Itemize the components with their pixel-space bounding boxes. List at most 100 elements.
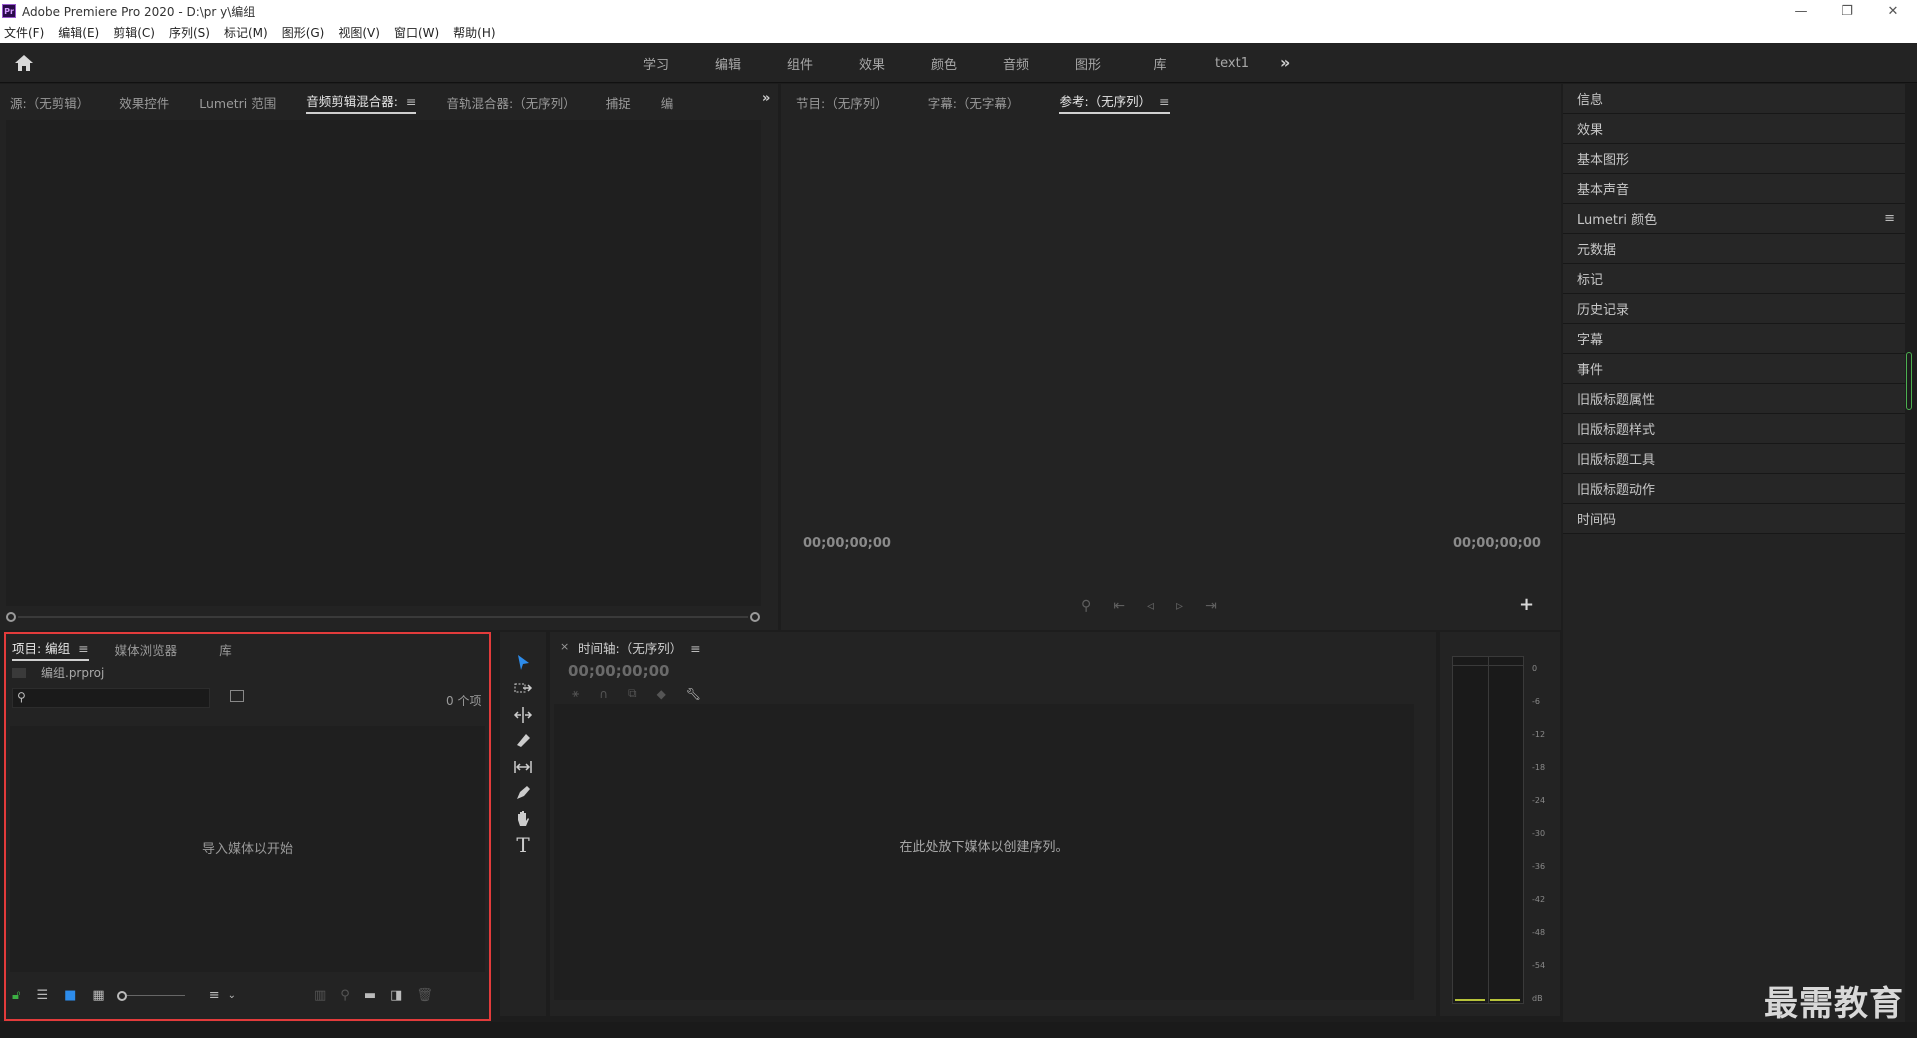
panel-legacy-title-actions[interactable]: 旧版标题动作 [1563,474,1905,504]
tab-source[interactable]: 源:（无剪辑） [10,93,89,112]
snap-icon[interactable]: ∩ [599,687,608,701]
program-timecode-left[interactable]: 00;00;00;00 [803,536,891,551]
tools-panel: T [500,632,546,1016]
timeline-timecode[interactable]: 00;00;00;00 [568,662,670,680]
workspace-tab-edit[interactable]: 编辑 [692,54,764,73]
db-label: -30 [1532,829,1546,838]
workspace-tab-learn[interactable]: 学习 [620,54,692,73]
nest-icon[interactable]: ⚹ [572,686,579,701]
source-panel: 源:（无剪辑） 效果控件 Lumetri 范围 音频剪辑混合器: ≡ 音轨混合器:… [0,84,778,630]
tab-capture[interactable]: 捕捉 [606,93,631,112]
tab-audio-clip-mixer[interactable]: 音频剪辑混合器: ≡ [306,91,417,114]
menu-window[interactable]: 窗口(W) [394,24,439,41]
tab-reference[interactable]: 参考:（无序列） ≡ [1059,91,1170,114]
add-marker-icon[interactable]: ⚲ [1081,598,1091,614]
scroll-handle-right[interactable] [750,612,760,622]
panel-info[interactable]: 信息 [1563,84,1905,114]
tab-audio-track-mixer[interactable]: 音轨混合器:（无序列） [446,93,575,112]
add-button-icon[interactable]: + [1519,594,1534,615]
db-label: -54 [1532,961,1546,970]
panel-essential-graphics[interactable]: 基本图形 [1563,144,1905,174]
panel-markers[interactable]: 标记 [1563,264,1905,294]
source-panel-body [6,120,761,606]
panel-menu-icon[interactable]: ≡ [1159,94,1169,109]
close-icon[interactable]: × [560,640,569,653]
add-marker-icon[interactable]: ◆ [657,687,666,701]
db-label: -24 [1532,796,1546,805]
pen-tool-icon[interactable] [512,782,534,804]
panel-events[interactable]: 事件 [1563,354,1905,384]
panel-captions[interactable]: 字幕 [1563,324,1905,354]
program-monitor [785,120,1557,620]
timeline-placeholder: 在此处放下媒体以创建序列。 [899,840,1069,855]
timeline-track-area[interactable]: 在此处放下媒体以创建序列。 [554,704,1414,1000]
menu-bar: 文件(F) 编辑(E) 剪辑(C) 序列(S) 标记(M) 图形(G) 视图(V… [0,22,1917,43]
restore-icon[interactable]: ❐ [1824,0,1870,22]
go-to-out-icon[interactable]: ⇥ [1205,598,1217,614]
tab-effect-controls[interactable]: 效果控件 [119,93,169,112]
wrench-icon[interactable]: 🔧︎ [686,687,701,701]
go-to-in-icon[interactable]: ⇤ [1113,598,1125,614]
panel-effects[interactable]: 效果 [1563,114,1905,144]
zoom-scrollbar[interactable] [6,612,761,622]
panel-history[interactable]: 历史记录 [1563,294,1905,324]
menu-edit[interactable]: 编辑(E) [58,24,99,41]
selection-tool-icon[interactable] [512,652,534,674]
panel-legacy-title-styles[interactable]: 旧版标题样式 [1563,414,1905,444]
panel-menu-icon[interactable]: ≡ [406,94,416,109]
tab-program[interactable]: 节目:（无序列） [796,93,888,112]
workspace-tab-assembly[interactable]: 组件 [764,54,836,73]
panel-essential-sound[interactable]: 基本声音 [1563,174,1905,204]
panel-metadata[interactable]: 元数据 [1563,234,1905,264]
source-panel-tabs: 源:（无剪辑） 效果控件 Lumetri 范围 音频剪辑混合器: ≡ 音轨混合器:… [10,91,703,114]
panel-lumetri-color[interactable]: Lumetri 颜色 ≡ [1563,204,1905,234]
workspace-tab-audio[interactable]: 音频 [980,54,1052,73]
menu-sequence[interactable]: 序列(S) [169,24,210,41]
window-title: Adobe Premiere Pro 2020 - D:\pr y\编组 [22,4,256,19]
tab-lumetri-scopes[interactable]: Lumetri 范围 [199,93,276,112]
track-select-tool-icon[interactable] [512,678,534,700]
timeline-panel: × 时间轴:（无序列） ≡ 00;00;00;00 ⚹ ∩ ⧉ ◆ 🔧︎ 在此处放… [550,632,1436,1016]
scroll-handle-left[interactable] [6,612,16,622]
workspace-tab-effects[interactable]: 效果 [836,54,908,73]
razor-tool-icon[interactable] [512,730,534,752]
panel-overflow-icon[interactable]: » [762,91,770,106]
tab-captions[interactable]: 字幕:（无字幕） [928,93,1020,112]
minimize-icon[interactable]: — [1778,0,1824,22]
workspace-tab-text1[interactable]: text1 [1196,56,1268,71]
program-timecode-right: 00;00;00;00 [1453,536,1541,551]
tab-edit-truncated[interactable]: 编 [661,93,674,112]
right-panel-list: 信息 效果 基本图形 基本声音 Lumetri 颜色 ≡ 元数据 标记 历史记录 … [1563,84,1905,534]
workspace-bar: 学习 编辑 组件 效果 颜色 音频 图形 库 text1 » [0,43,1917,83]
menu-file[interactable]: 文件(F) [4,24,44,41]
ripple-edit-tool-icon[interactable] [512,704,534,726]
hand-tool-icon[interactable] [512,808,534,830]
step-forward-icon[interactable]: ▹ [1176,598,1183,614]
watermark: 最需教育 [1764,984,1904,1024]
step-back-icon[interactable]: ◃ [1147,598,1154,614]
panel-menu-icon[interactable]: ≡ [690,641,700,656]
panel-legacy-title-tools[interactable]: 旧版标题工具 [1563,444,1905,474]
menu-marker[interactable]: 标记(M) [224,24,268,41]
linked-selection-icon[interactable]: ⧉ [628,686,637,701]
workspace-tab-color[interactable]: 颜色 [908,54,980,73]
workspace-overflow-icon[interactable]: » [1280,53,1290,72]
menu-view[interactable]: 视图(V) [338,24,380,41]
home-icon[interactable] [14,54,34,72]
close-icon[interactable]: ✕ [1870,0,1916,22]
panel-menu-icon[interactable]: ≡ [1884,211,1895,226]
timeline-title-label: 时间轴:（无序列） [578,641,683,656]
panel-timecode[interactable]: 时间码 [1563,504,1905,534]
workspace-tab-graphics[interactable]: 图形 [1052,54,1124,73]
db-label: -36 [1532,862,1546,871]
menu-clip[interactable]: 剪辑(C) [113,24,155,41]
slip-tool-icon[interactable] [512,756,534,778]
right-scrollbar[interactable] [1906,352,1912,410]
panel-legacy-title-properties[interactable]: 旧版标题属性 [1563,384,1905,414]
menu-help[interactable]: 帮助(H) [453,24,495,41]
timeline-title: 时间轴:（无序列） ≡ [578,638,701,657]
type-tool-icon[interactable]: T [512,834,534,856]
workspace-tabs: 学习 编辑 组件 效果 颜色 音频 图形 库 text1 [620,43,1268,83]
workspace-tab-libraries[interactable]: 库 [1124,54,1196,73]
menu-graphics[interactable]: 图形(G) [282,24,325,41]
